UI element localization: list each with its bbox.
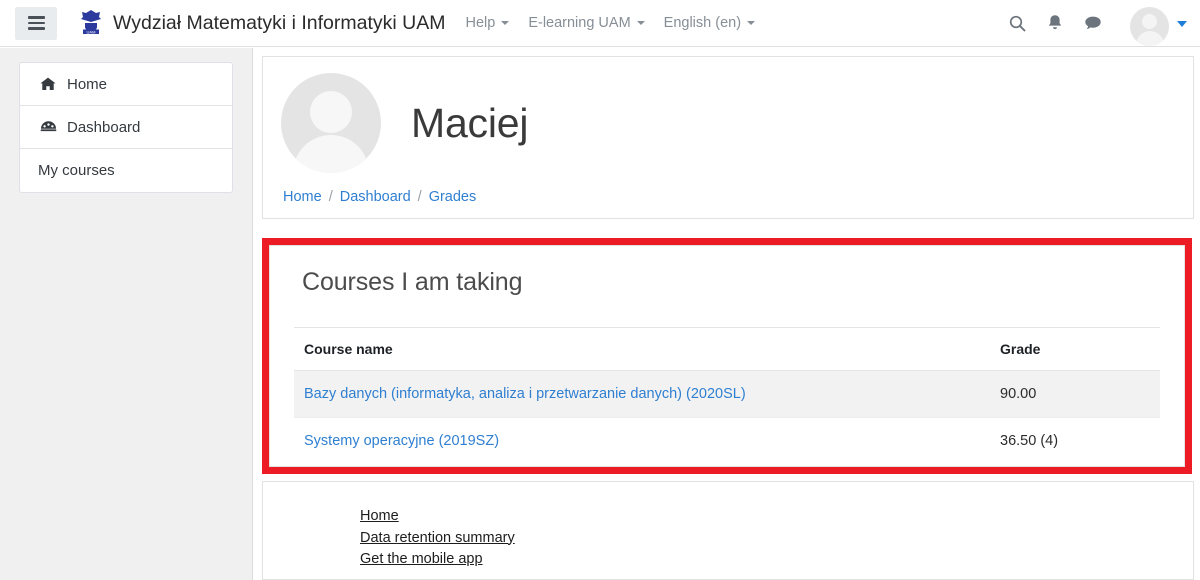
avatar[interactable] <box>1130 6 1169 46</box>
sidebar-item-home-label: Home <box>67 75 108 93</box>
footer-link-data-retention-summary[interactable]: Data retention summary <box>360 530 515 546</box>
sidebar: Home Dashboard My courses <box>0 48 253 580</box>
table-cell-grade: 90.00 <box>990 370 1160 418</box>
sidebar-item-home[interactable]: Home <box>20 63 232 106</box>
uam-logo-icon[interactable]: UAM <box>78 8 104 38</box>
table-row: Systemy operacyjne (2019SZ) 36.50 (4) <box>294 418 1160 465</box>
highlight-annotation-box: Courses I am taking Course name Grade Ba… <box>262 238 1192 474</box>
dashboard-icon <box>38 120 58 134</box>
brand-title: Wydział Matematyki i Informatyki UAM <box>113 11 446 34</box>
footer-link-get-the-mobile-app[interactable]: Get the mobile app <box>360 551 483 567</box>
footer-card: Home Data retention summary Get the mobi… <box>262 481 1194 580</box>
sidebar-item-dashboard[interactable]: Dashboard <box>20 106 232 149</box>
profile-header: Maciej <box>263 69 1193 173</box>
column-header-course-name: Course name <box>294 327 990 371</box>
navbar-right-actions <box>996 1 1187 46</box>
sidebar-nav-card: Home Dashboard My courses <box>19 62 233 193</box>
hamburger-bars <box>27 13 45 32</box>
sidebar-item-my-courses[interactable]: My courses <box>20 149 232 192</box>
notification-bell-icon[interactable] <box>1038 6 1072 40</box>
footer-link-home[interactable]: Home <box>360 508 399 524</box>
breadcrumb-separator: / <box>417 189 422 205</box>
chevron-down-icon <box>636 21 645 25</box>
chevron-down-icon <box>501 21 510 25</box>
table-row: Bazy danych (informatyka, analiza i prze… <box>294 370 1160 418</box>
chevron-down-icon <box>747 21 756 25</box>
profile-avatar[interactable] <box>281 73 381 173</box>
grades-card: Courses I am taking Course name Grade Ba… <box>269 245 1185 467</box>
page-title: Maciej <box>411 99 529 146</box>
breadcrumb-item-dashboard[interactable]: Dashboard <box>340 189 411 205</box>
breadcrumb-item-grades[interactable]: Grades <box>429 189 477 205</box>
nav-link-elearning-label: E-learning UAM <box>528 15 631 31</box>
table-cell-grade: 36.50 (4) <box>1000 433 1059 449</box>
profile-avatar-head <box>310 91 352 133</box>
grades-table-body: Bazy danych (informatyka, analiza i prze… <box>294 370 1160 465</box>
grades-section-title: Courses I am taking <box>302 268 523 296</box>
search-icon[interactable] <box>1000 6 1034 40</box>
course-link[interactable]: Bazy danych (informatyka, analiza i prze… <box>304 386 746 402</box>
svg-text:UAM: UAM <box>87 29 96 34</box>
table-cell-course-name: Bazy danych (informatyka, analiza i prze… <box>294 370 990 418</box>
grades-table: Course name Grade Bazy danych (informaty… <box>294 327 1160 464</box>
home-icon <box>38 77 58 91</box>
column-header-grade: Grade <box>990 327 1160 371</box>
grades-table-head: Course name Grade <box>294 327 1160 371</box>
avatar-body <box>1135 30 1164 46</box>
nav-link-language[interactable]: English (en) <box>663 15 756 31</box>
nav-link-elearning[interactable]: E-learning UAM <box>528 15 645 31</box>
nav-link-help[interactable]: Help <box>465 15 510 31</box>
top-navbar: UAM Wydział Matematyki i Informatyki UAM… <box>0 0 1200 47</box>
breadcrumb-item-home[interactable]: Home <box>283 189 322 205</box>
sidebar-item-my-courses-label: My courses <box>38 162 115 179</box>
sidebar-item-dashboard-label: Dashboard <box>67 118 141 136</box>
nav-link-language-label: English (en) <box>663 15 742 31</box>
navbar-links: Help E-learning UAM English (en) <box>465 15 774 31</box>
avatar-head <box>1142 13 1157 29</box>
nav-link-help-label: Help <box>465 15 496 31</box>
breadcrumb-separator: / <box>328 189 333 205</box>
messages-icon[interactable] <box>1076 6 1110 40</box>
profile-card: Maciej Home / Dashboard / Grades <box>262 56 1194 219</box>
table-header-row: Course name Grade <box>294 327 1160 371</box>
table-cell-course-name: Systemy operacyjne (2019SZ) <box>294 418 990 465</box>
hamburger-menu-icon[interactable] <box>15 6 57 40</box>
course-link[interactable]: Systemy operacyjne (2019SZ) <box>304 433 499 449</box>
breadcrumb: Home / Dashboard / Grades <box>263 173 1193 218</box>
profile-avatar-body <box>293 135 369 173</box>
user-menu-chevron-down-icon[interactable] <box>1177 21 1187 27</box>
